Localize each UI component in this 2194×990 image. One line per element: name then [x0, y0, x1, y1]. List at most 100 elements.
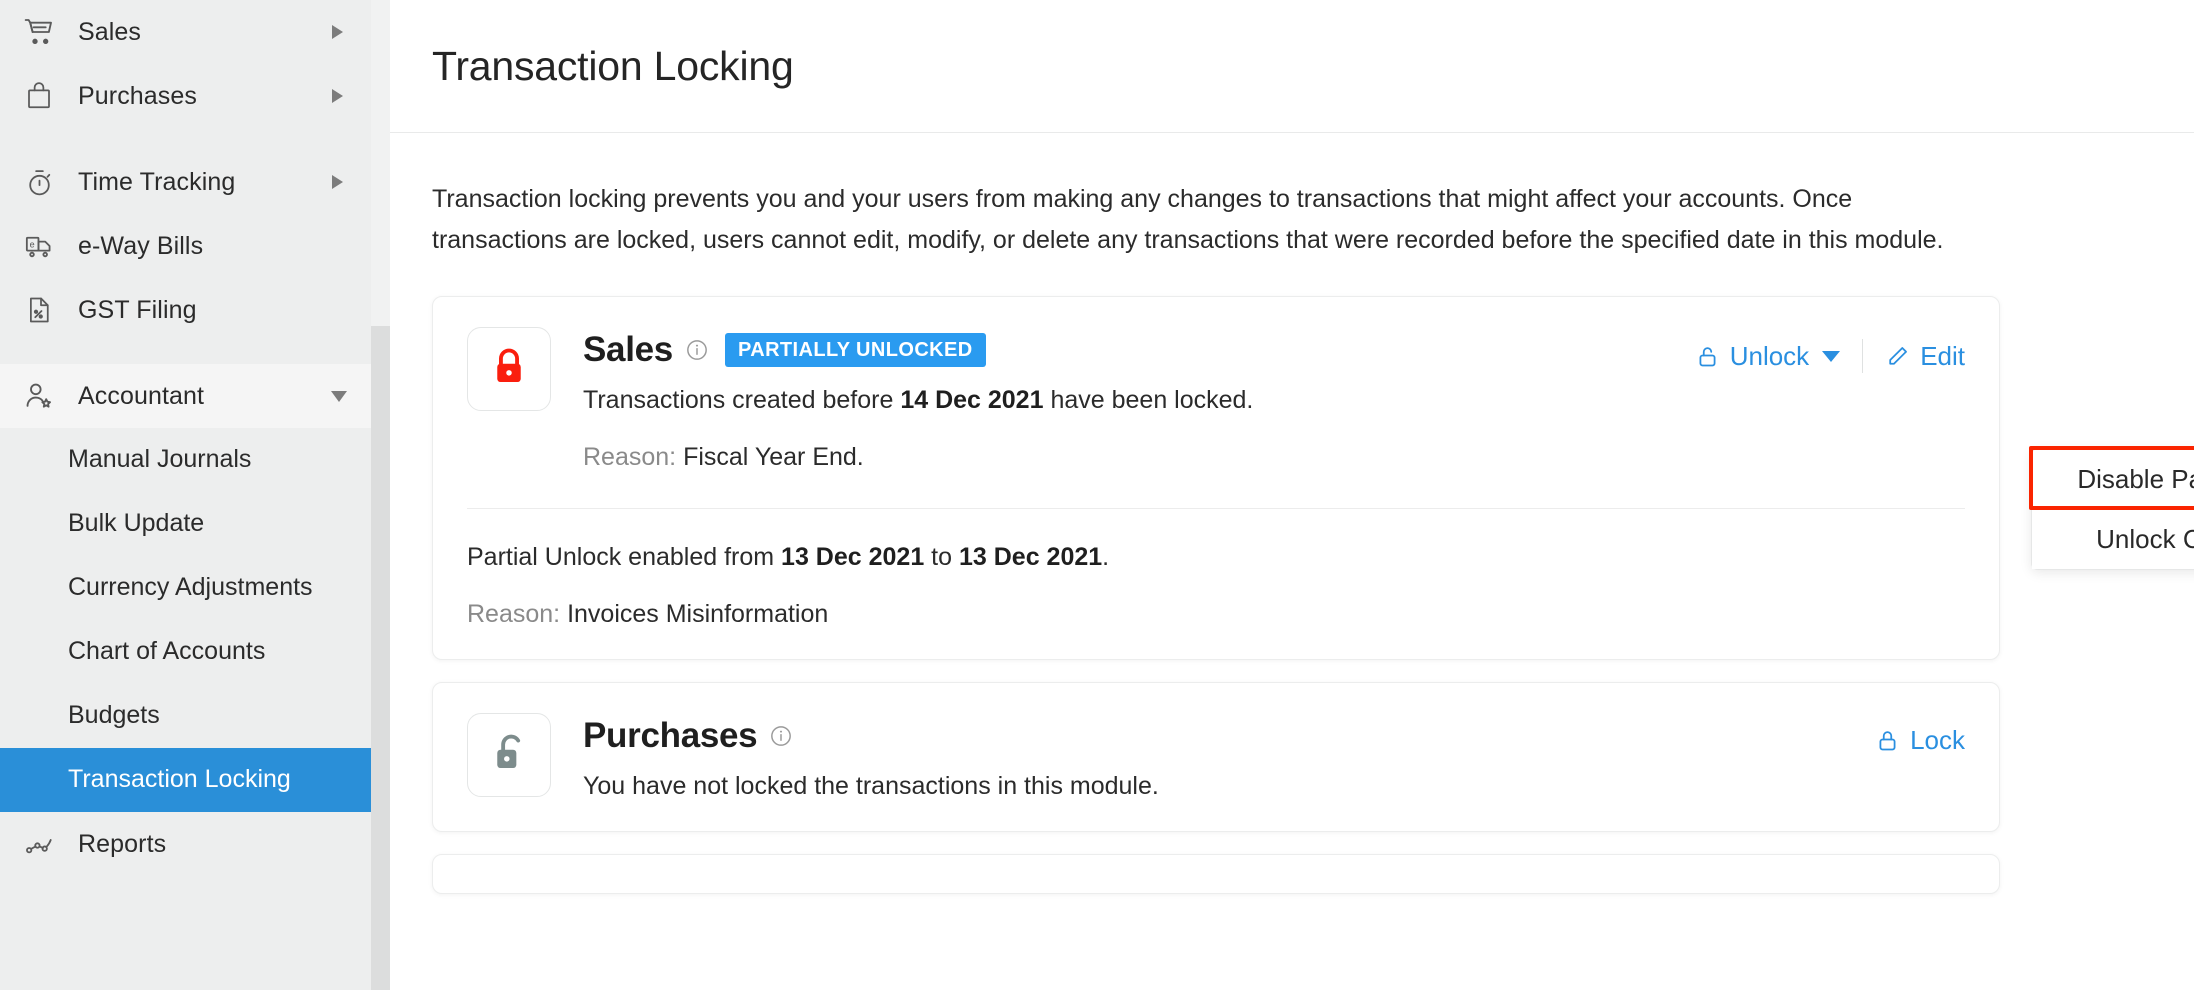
card-body: Purchases You have not locked the transa… [583, 713, 1965, 801]
lock-status-date: 14 Dec 2021 [900, 386, 1044, 414]
gst-document-icon [22, 293, 56, 327]
reason-label: Reason: [583, 443, 677, 471]
edit-button-label: Edit [1920, 340, 1965, 371]
edit-button[interactable]: Edit [1885, 341, 1965, 372]
module-title: Sales [583, 330, 673, 369]
sidebar-item-label: GST Filing [78, 295, 197, 324]
card-header-row: Purchases You have not locked the transa… [467, 713, 1965, 801]
app-root: Sales Purchases Time Tracking e e-Way Bi… [0, 0, 2194, 990]
sidebar-divider-gap [0, 128, 371, 150]
lock-status-text: Transactions created before 14 Dec 2021 … [583, 386, 1965, 415]
card-title-line: Purchases [583, 715, 1965, 757]
partial-suffix: . [1102, 543, 1110, 571]
chevron-right-icon [332, 25, 343, 39]
sidebar-subitem-label: Bulk Update [68, 509, 205, 538]
module-card-next-partial [432, 854, 2000, 894]
menu-item-disable-partial-unlock[interactable]: Disable Partial Unlock [2032, 449, 2194, 509]
partial-unlock-line: Partial Unlock enabled from 13 Dec 2021 … [467, 543, 1965, 572]
svg-text:e: e [29, 239, 34, 249]
sidebar-item-accountant[interactable]: Accountant [0, 364, 371, 428]
partial-prefix: Partial Unlock enabled from [467, 543, 782, 571]
card-actions-sales: Unlock Edit [1695, 339, 1965, 373]
page-body: Transaction locking prevents you and you… [390, 133, 2194, 894]
sidebar-divider-gap-2 [0, 342, 371, 364]
accountant-user-icon [22, 379, 56, 413]
unlock-button[interactable]: Unlock [1695, 340, 1841, 372]
module-title: Purchases [583, 716, 758, 755]
chevron-right-icon [332, 89, 343, 103]
reason-value: Fiscal Year End. [683, 443, 864, 471]
menu-item-label: Unlock Completely [2096, 523, 2194, 554]
main-content: Transaction Locking Transaction locking … [390, 0, 2194, 990]
unlock-icon [1695, 344, 1720, 369]
sidebar-item-gst-filing[interactable]: GST Filing [0, 278, 371, 342]
sidebar-subitem-label: Transaction Locking [68, 765, 291, 794]
sidebar-item-bulk-update[interactable]: Bulk Update [0, 492, 371, 556]
card-actions-purchases: Lock [1875, 725, 1965, 756]
sidebar-item-purchases[interactable]: Purchases [0, 64, 371, 128]
sidebar-item-label: Sales [78, 17, 142, 46]
partial-mid: to [924, 543, 959, 571]
action-separator [1862, 339, 1864, 373]
sidebar-item-label: e-Way Bills [78, 231, 204, 260]
lock-status-text: You have not locked the transactions in … [583, 772, 1159, 800]
sidebar-scroll-content: Sales Purchases Time Tracking e e-Way Bi… [0, 0, 371, 990]
unlock-dropdown-menu: Disable Partial Unlock Unlock Completely [2031, 448, 2194, 570]
partial-from-date: 13 Dec 2021 [781, 543, 925, 571]
card-divider [467, 508, 1965, 509]
lock-status-box [467, 713, 551, 797]
sidebar-item-time-tracking[interactable]: Time Tracking [0, 150, 371, 214]
module-card-sales: Sales PARTIALLY UNLOCKED Transactions cr… [432, 296, 2000, 660]
eway-truck-icon: e [22, 229, 56, 263]
page-header: Transaction Locking [390, 0, 2194, 133]
sidebar-item-chart-of-accounts[interactable]: Chart of Accounts [0, 620, 371, 684]
sidebar-scrollbar-thumb[interactable] [371, 326, 390, 990]
menu-item-unlock-completely[interactable]: Unlock Completely [2032, 509, 2194, 569]
sidebar-item-label: Accountant [78, 381, 205, 410]
pencil-icon [1885, 344, 1910, 369]
menu-item-label: Disable Partial Unlock [2077, 463, 2194, 494]
lock-button[interactable]: Lock [1875, 725, 1965, 756]
shopping-cart-icon [22, 15, 56, 49]
lock-button-label: Lock [1910, 725, 1965, 755]
intro-description: Transaction locking prevents you and you… [432, 185, 1944, 254]
sidebar-item-label: Time Tracking [78, 167, 236, 196]
unlock-button-label: Unlock [1729, 340, 1810, 371]
sidebar-item-manual-journals[interactable]: Manual Journals [0, 428, 371, 492]
lock-closed-icon [487, 345, 531, 394]
sidebar-item-currency-adjustments[interactable]: Currency Adjustments [0, 556, 371, 620]
partial-to-date: 13 Dec 2021 [958, 543, 1103, 571]
lock-status-box [467, 327, 551, 411]
sidebar-item-transaction-locking[interactable]: Transaction Locking [0, 748, 371, 812]
sidebar-subitem-label: Budgets [68, 701, 160, 730]
partial-reason-line: Reason: Invoices Misinformation [467, 600, 1965, 629]
chevron-down-icon [1822, 350, 1841, 362]
sidebar-item-reports[interactable]: Reports [0, 812, 371, 876]
partial-reason-value: Invoices Misinformation [567, 600, 829, 628]
chevron-down-icon [331, 390, 347, 402]
status-badge: PARTIALLY UNLOCKED [724, 333, 986, 367]
sidebar: Sales Purchases Time Tracking e e-Way Bi… [0, 0, 390, 990]
shopping-bag-icon [22, 79, 56, 113]
page-title: Transaction Locking [432, 42, 794, 89]
reason-line: Reason: Fiscal Year End. [583, 443, 1965, 472]
lock-closed-outline-icon [1875, 728, 1900, 753]
partial-reason-label: Reason: [467, 600, 561, 628]
sidebar-subitem-label: Currency Adjustments [68, 573, 313, 602]
info-icon[interactable] [770, 725, 792, 747]
sidebar-item-sales[interactable]: Sales [0, 0, 371, 64]
chevron-right-icon [332, 175, 343, 189]
module-card-purchases: Purchases You have not locked the transa… [432, 682, 2000, 832]
lock-status-suffix: have been locked. [1043, 386, 1254, 414]
lock-open-icon [487, 731, 531, 780]
sidebar-item-label: Reports [78, 829, 167, 858]
info-icon[interactable] [686, 339, 708, 361]
sidebar-item-label: Purchases [78, 81, 198, 110]
stopwatch-icon [22, 165, 56, 199]
lock-status-prefix: Transactions created before [583, 386, 901, 414]
reports-graph-icon [22, 827, 56, 861]
sidebar-item-eway-bills[interactable]: e e-Way Bills [0, 214, 371, 278]
sidebar-subitem-label: Chart of Accounts [68, 637, 266, 666]
sidebar-item-budgets[interactable]: Budgets [0, 684, 371, 748]
sidebar-subitem-label: Manual Journals [68, 445, 252, 474]
